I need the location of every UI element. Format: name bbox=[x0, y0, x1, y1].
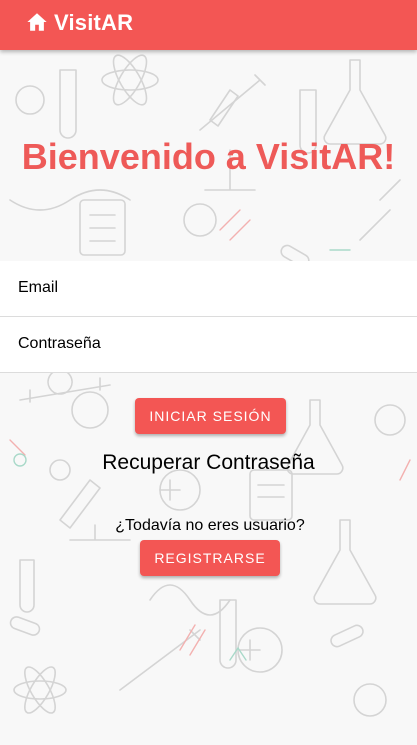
home-icon[interactable] bbox=[26, 11, 48, 33]
recover-password-link[interactable]: Recuperar Contraseña bbox=[0, 450, 417, 476]
app-bar: VisitAR bbox=[0, 0, 417, 50]
email-field[interactable] bbox=[18, 261, 408, 315]
login-button[interactable]: Iniciar sesión bbox=[135, 398, 286, 434]
email-field-container bbox=[0, 261, 417, 317]
not-user-text: ¿Todavía no eres usuario? bbox=[115, 517, 305, 534]
password-field-container bbox=[0, 317, 417, 373]
welcome-heading: Bienvenido a VisitAR! bbox=[21, 136, 396, 177]
password-field[interactable] bbox=[18, 317, 408, 371]
app-title: VisitAR bbox=[54, 10, 134, 35]
register-button[interactable]: Registrarse bbox=[140, 540, 280, 576]
